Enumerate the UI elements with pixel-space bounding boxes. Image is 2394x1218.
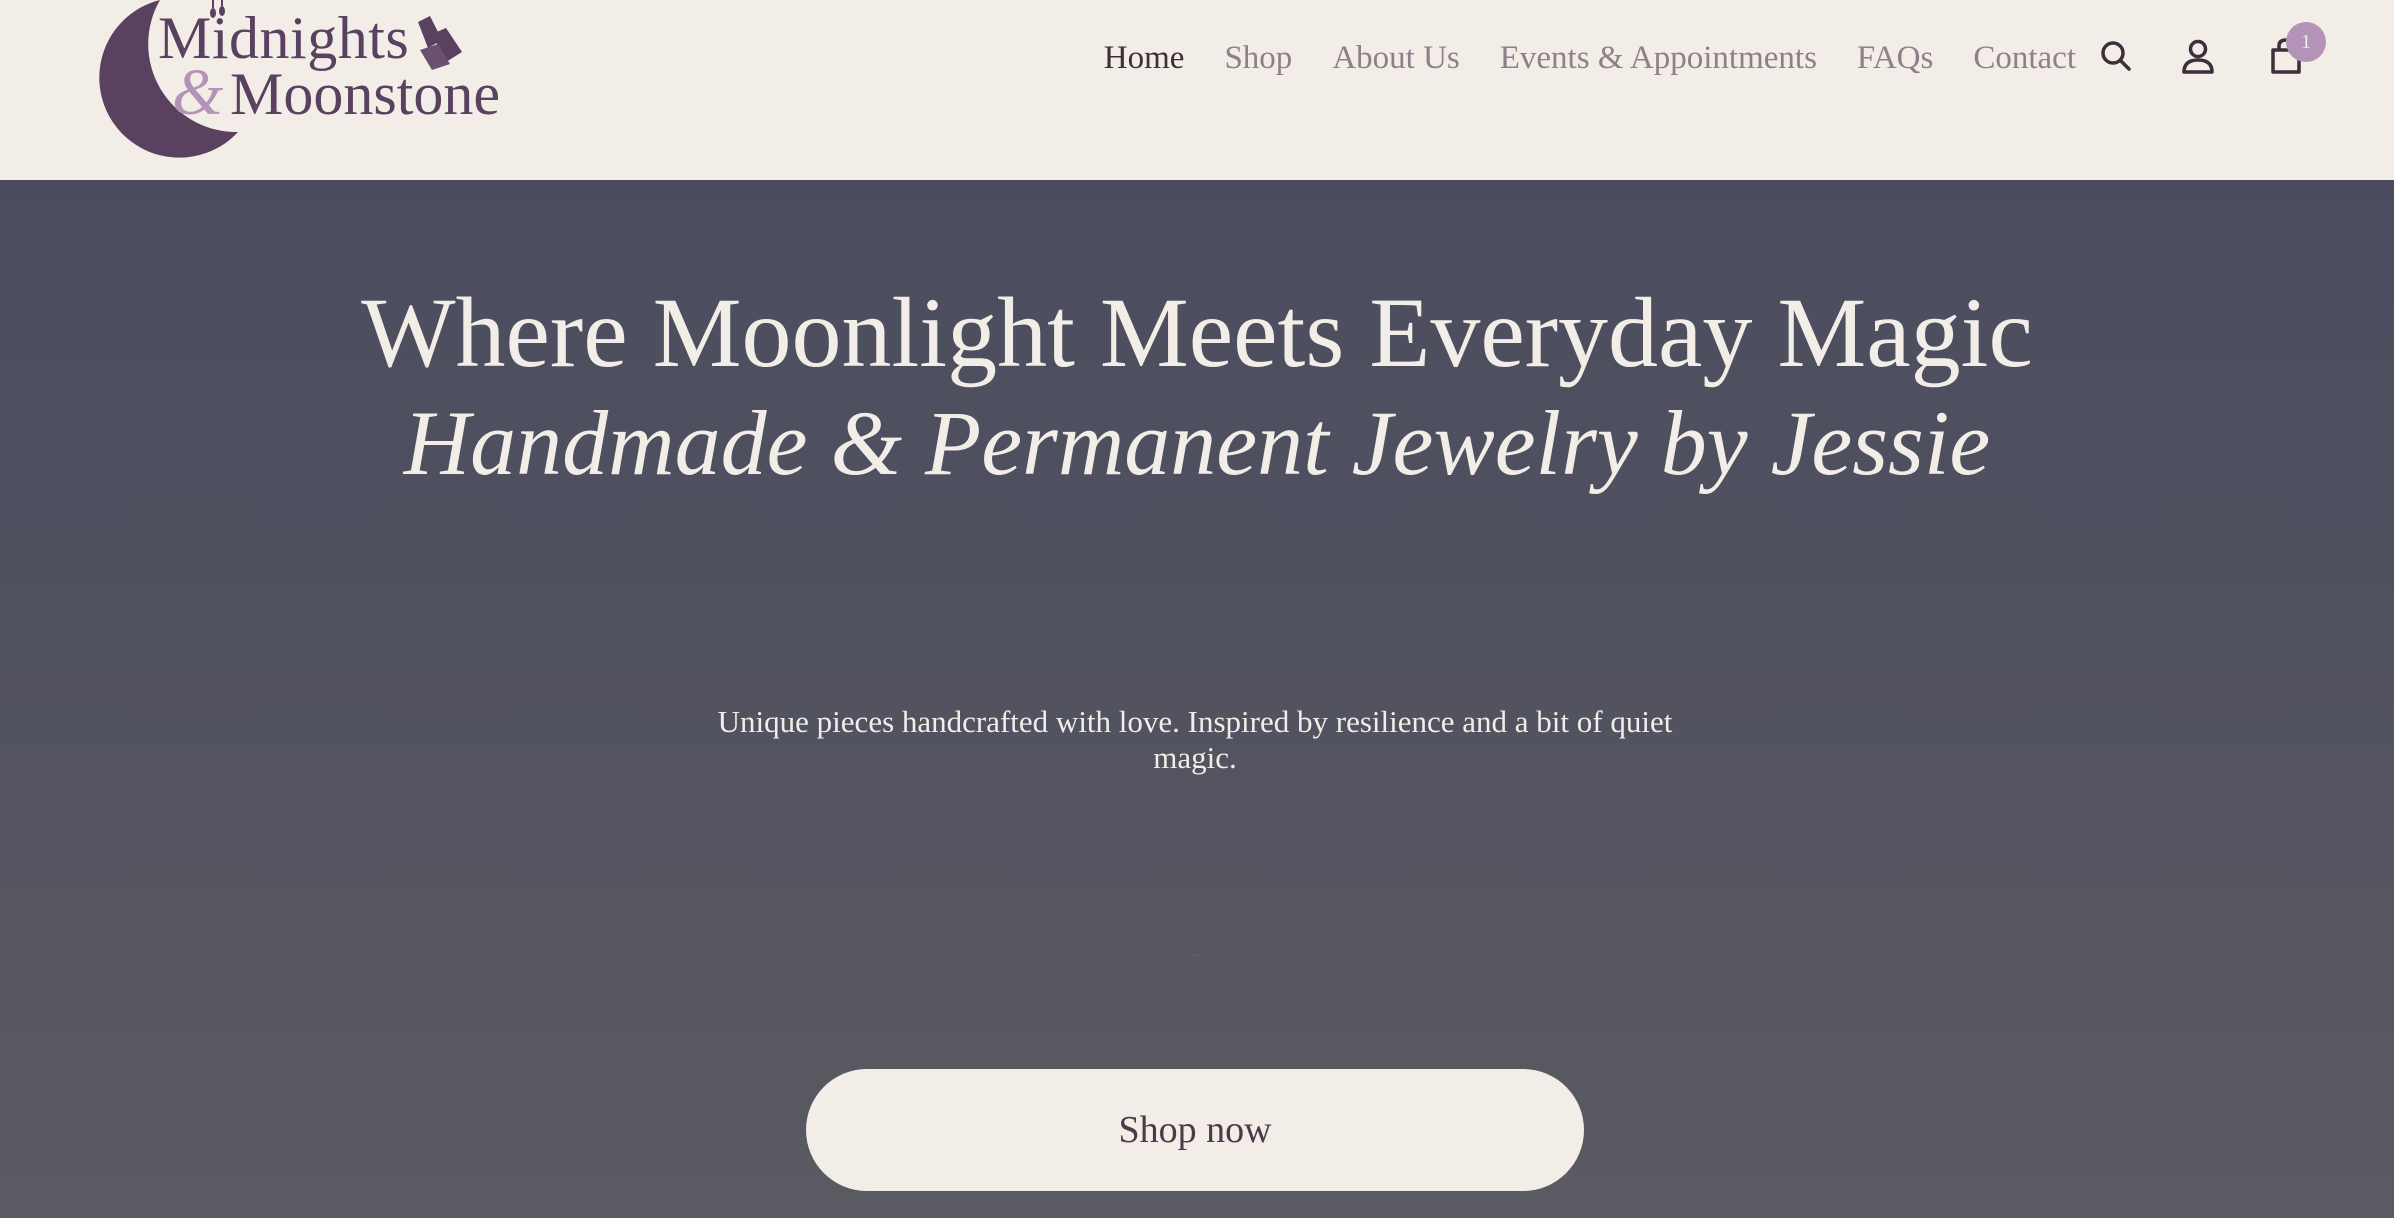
hero-banner: Where Moonlight Meets Everyday Magic Han… <box>0 180 2394 1218</box>
account-icon[interactable] <box>2178 36 2218 76</box>
nav-events-appointments[interactable]: Events & Appointments <box>1500 40 1817 77</box>
hero-description: Unique pieces handcrafted with love. Ins… <box>717 704 1673 775</box>
cart-count-badge: 1 <box>2286 22 2326 62</box>
nav-faqs[interactable]: FAQs <box>1857 40 1933 77</box>
hero-subtitle: Handmade & Permanent Jewelry by Jessie <box>403 392 1991 494</box>
nav-home[interactable]: Home <box>1104 40 1185 77</box>
search-icon[interactable] <box>2096 36 2136 76</box>
crescent-moon-icon <box>1152 900 1222 958</box>
main-nav: Home Shop About Us Events & Appointments… <box>1104 34 2076 82</box>
site-header: Midnights & Moonstone Home Shop About Us… <box>0 0 2394 180</box>
nav-about-us[interactable]: About Us <box>1332 40 1459 77</box>
brand-logo[interactable]: Midnights & Moonstone <box>70 0 520 160</box>
hero-title: Where Moonlight Meets Everyday Magic <box>361 277 2033 388</box>
shop-now-button[interactable]: Shop now <box>806 1069 1584 1191</box>
nav-contact[interactable]: Contact <box>1973 40 2076 77</box>
brand-ampersand: & <box>172 56 224 129</box>
brand-name-line2: Moonstone <box>230 61 500 127</box>
nav-shop[interactable]: Shop <box>1224 40 1292 77</box>
